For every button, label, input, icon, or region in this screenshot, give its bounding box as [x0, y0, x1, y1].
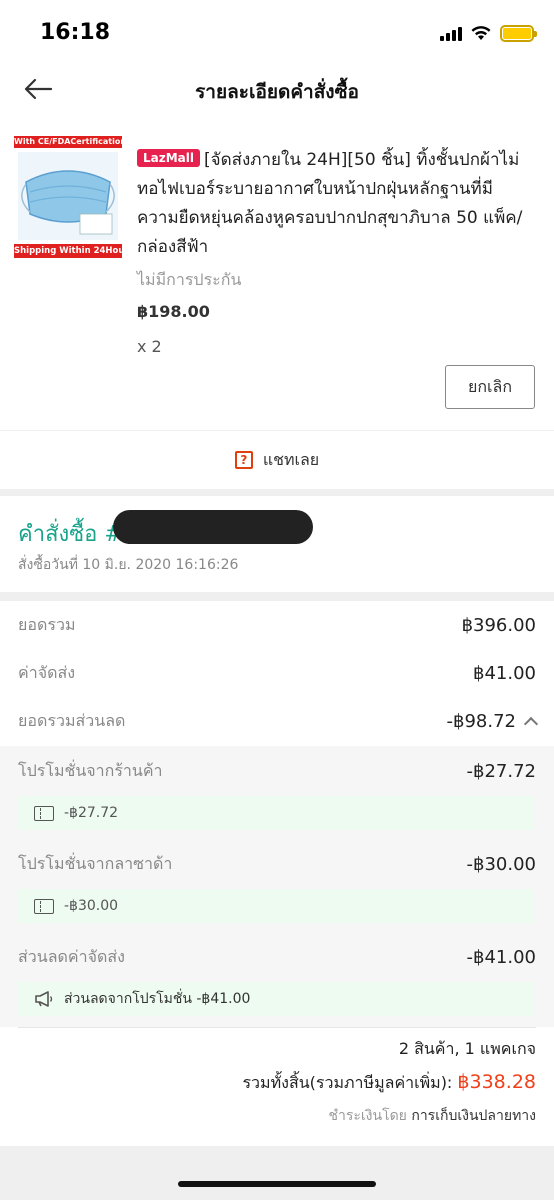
subtotal-value: ฿396.00	[461, 614, 536, 636]
lazada-promo-detail-text: -฿30.00	[64, 898, 119, 914]
shop-promo-detail: -฿27.72	[18, 796, 534, 830]
divider	[18, 1027, 536, 1028]
chevron-up-icon	[523, 716, 539, 731]
subtotal-row: ยอดรวม ฿396.00	[18, 611, 536, 639]
chat-label: แชทเลย	[262, 449, 320, 469]
signal-icon	[440, 25, 462, 41]
voucher-icon	[34, 898, 54, 914]
product-image[interactable]: With CE/FDACertifications Shipping Withi…	[14, 136, 122, 358]
chat-now-button[interactable]: ? แชทเลย	[0, 431, 554, 489]
discount-value: -฿98.72	[446, 710, 516, 732]
order-number-title: คำสั่งซื้อ #	[18, 522, 123, 547]
cancel-button[interactable]: ยกเลิก	[445, 365, 535, 409]
shipping-discount-row: ส่วนลดค่าจัดส่ง -฿41.00	[18, 944, 536, 970]
order-card: คำสั่งซื้อ # สั่งซื้อวันที่ 10 มิ.ย. 202…	[0, 496, 554, 592]
product-price: ฿198.00	[137, 302, 210, 321]
voucher-icon	[34, 805, 54, 821]
shipping-row: ค่าจัดส่ง ฿41.00	[18, 659, 536, 687]
lazmall-badge: LazMall	[137, 149, 200, 167]
discount-value-wrap: -฿98.72	[446, 710, 539, 732]
grand-total-label: รวมทั้งสิ้น(รวมภาษีมูลค่าเพิ่ม):	[242, 1073, 453, 1092]
order-date: สั่งซื้อวันที่ 10 มิ.ย. 2020 16:16:26	[18, 557, 239, 573]
shipping-discount-detail-text: ส่วนลดจากโปรโมชั่น -฿41.00	[64, 991, 251, 1007]
image-caption-top: With CE/FDACertifications	[14, 136, 122, 148]
product-card: With CE/FDACertifications Shipping Withi…	[0, 118, 554, 430]
face-mask-image	[18, 152, 118, 240]
shipping-discount-detail: ส่วนลดจากโปรโมชั่น -฿41.00	[18, 982, 534, 1016]
shop-promo-row: โปรโมชั่นจากร้านค้า -฿27.72	[18, 758, 536, 784]
product-quantity: x 2	[137, 337, 162, 356]
subtotal-label: ยอดรวม	[18, 614, 76, 634]
megaphone-icon	[35, 991, 53, 1007]
lazada-promo-detail: -฿30.00	[18, 889, 534, 923]
grand-total-value: ฿338.28	[457, 1071, 536, 1093]
lazada-promo-row: โปรโมชั่นจากลาซาด้า -฿30.00	[18, 851, 536, 877]
grand-total: รวมทั้งสิ้น(รวมภาษีมูลค่าเพิ่ม): ฿338.28	[242, 1071, 536, 1096]
payment-label: ชำระเงินโดย	[328, 1108, 407, 1124]
shipping-value: ฿41.00	[473, 662, 536, 684]
shipping-label: ค่าจัดส่ง	[18, 662, 76, 682]
status-icons	[440, 22, 537, 44]
promo-details: โปรโมชั่นจากร้านค้า -฿27.72 -฿27.72 โปรโ…	[0, 746, 554, 1027]
lazada-promo-value: -฿30.00	[466, 853, 536, 875]
status-time: 16:18	[40, 20, 111, 45]
order-summary: ยอดรวม ฿396.00 ค่าจัดส่ง ฿41.00 ยอดรวมส่…	[0, 601, 554, 1146]
lazada-promo-label: โปรโมชั่นจากลาซาด้า	[18, 853, 173, 873]
product-title-block[interactable]: LazMall [จัดส่งภายใน 24H][50 ชิ้น] ทิ้งชั…	[137, 146, 532, 262]
status-bar: 16:18	[0, 0, 554, 60]
home-indicator[interactable]	[178, 1181, 376, 1187]
payment-method: การเก็บเงินปลายทาง	[411, 1108, 536, 1124]
battery-icon	[500, 24, 537, 42]
wifi-icon	[471, 26, 491, 40]
question-icon: ?	[234, 451, 253, 469]
discount-label: ยอดรวมส่วนลด	[18, 710, 126, 730]
image-caption-bottom: Shipping Within 24Hours	[14, 244, 122, 258]
page-title: รายละเอียดคำสั่งซื้อ	[195, 81, 359, 103]
discount-total-row[interactable]: ยอดรวมส่วนลด -฿98.72	[18, 707, 539, 735]
items-count: 2 สินค้า, 1 แพคเกจ	[398, 1039, 536, 1058]
shop-promo-detail-text: -฿27.72	[64, 805, 119, 821]
shop-promo-value: -฿27.72	[466, 760, 536, 782]
shipping-discount-label: ส่วนลดค่าจัดส่ง	[18, 946, 125, 966]
header: รายละเอียดคำสั่งซื้อ	[0, 60, 554, 118]
shop-promo-label: โปรโมชั่นจากร้านค้า	[18, 760, 163, 780]
payment-info: ชำระเงินโดย การเก็บเงินปลายทาง	[328, 1105, 536, 1127]
order-number-redacted	[113, 510, 313, 544]
warranty-text: ไม่มีการประกัน	[137, 270, 242, 289]
shipping-discount-value: -฿41.00	[466, 946, 536, 968]
